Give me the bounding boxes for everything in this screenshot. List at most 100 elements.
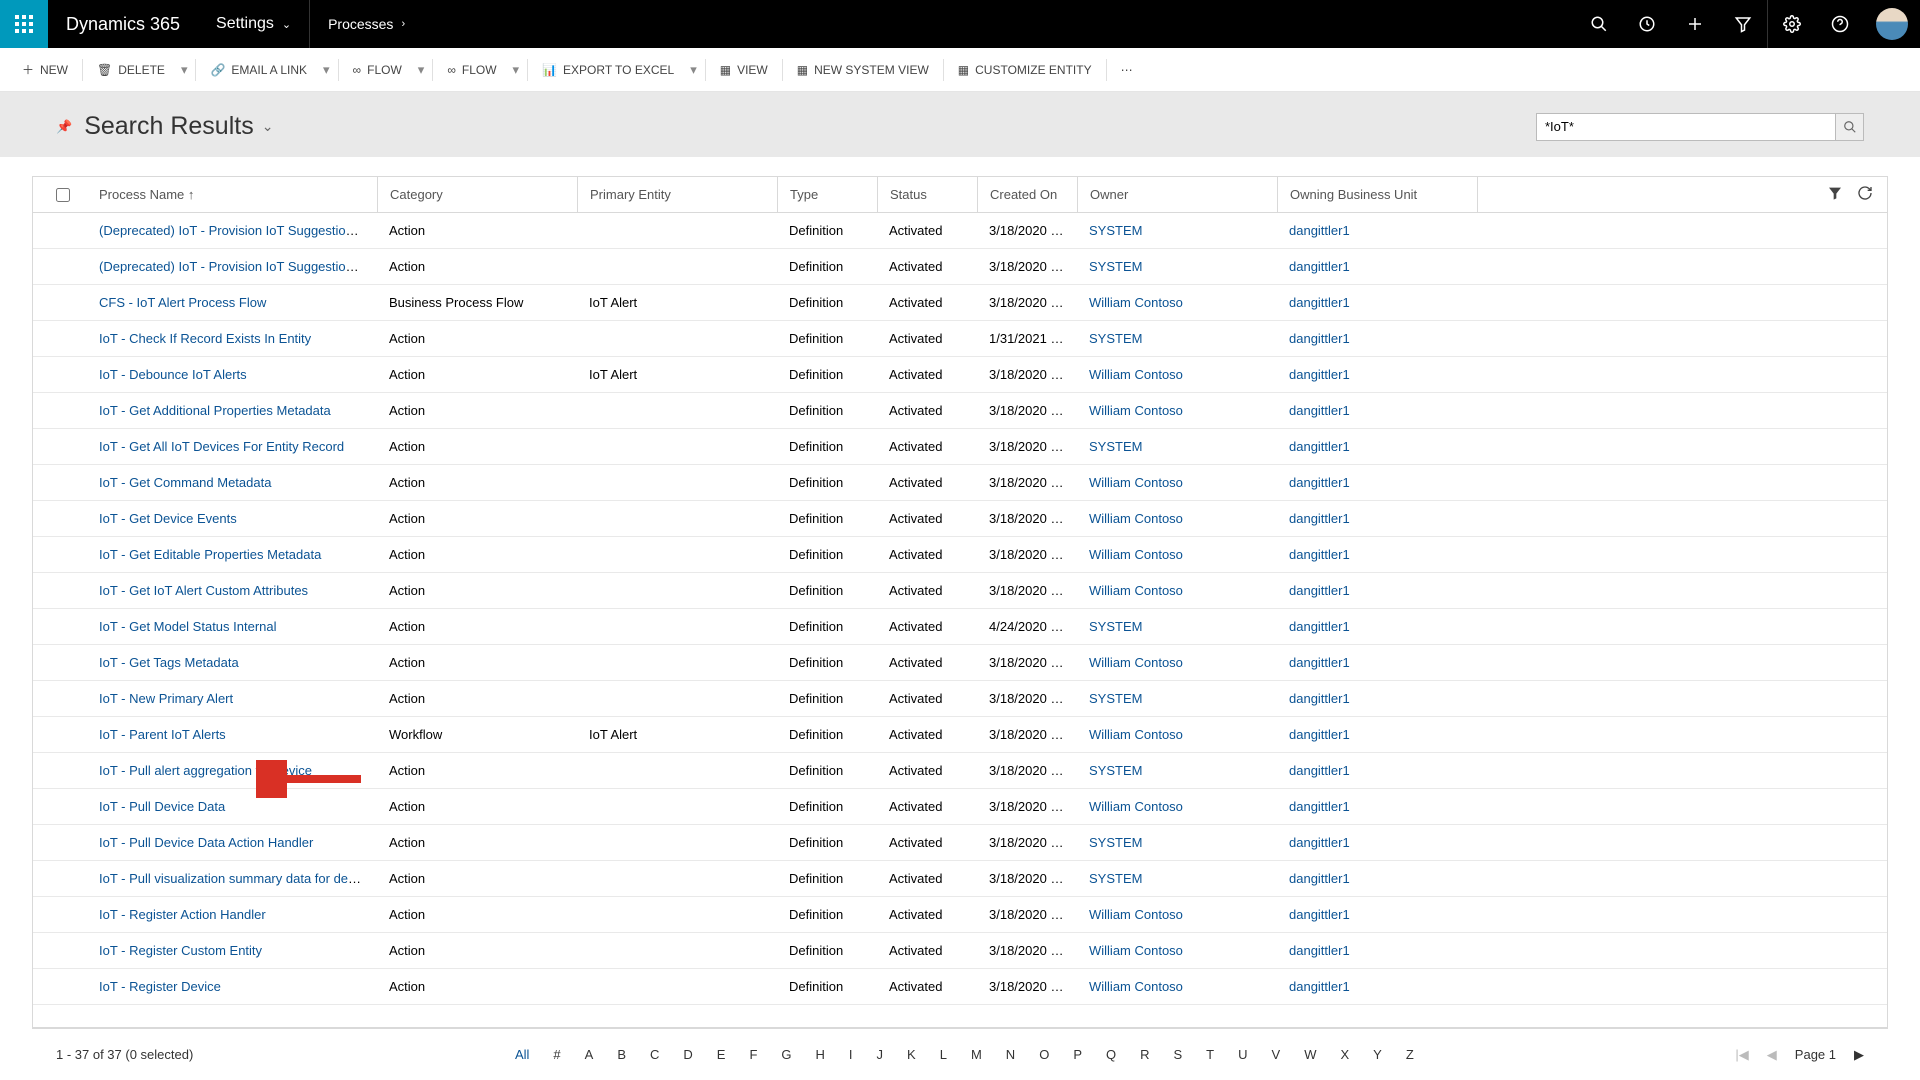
process-name-link[interactable]: IoT - Pull Device Data Action Handler — [99, 835, 313, 850]
process-name-link[interactable]: IoT - Get IoT Alert Custom Attributes — [99, 583, 308, 598]
bu-link[interactable]: dangittler1 — [1289, 655, 1350, 670]
owner-link[interactable]: William Contoso — [1089, 403, 1183, 418]
filter-icon[interactable] — [1719, 0, 1767, 48]
help-icon[interactable] — [1816, 0, 1864, 48]
view-selector[interactable]: Search Results ⌄ — [84, 112, 273, 141]
table-row[interactable]: CFS - IoT Alert Process FlowBusiness Pro… — [33, 285, 1887, 321]
process-name-link[interactable]: IoT - Get Editable Properties Metadata — [99, 547, 321, 562]
table-row[interactable]: IoT - Debounce IoT AlertsActionIoT Alert… — [33, 357, 1887, 393]
prev-page-icon[interactable]: ◀ — [1767, 1047, 1777, 1063]
owner-link[interactable]: SYSTEM — [1089, 871, 1142, 886]
owner-link[interactable]: SYSTEM — [1089, 439, 1142, 454]
col-primary-entity[interactable]: Primary Entity — [577, 177, 777, 212]
process-name-link[interactable]: CFS - IoT Alert Process Flow — [99, 295, 266, 310]
table-row[interactable]: IoT - Pull Device DataActionDefinitionAc… — [33, 789, 1887, 825]
bu-link[interactable]: dangittler1 — [1289, 619, 1350, 634]
table-row[interactable]: IoT - Register Custom EntityActionDefini… — [33, 933, 1887, 969]
filter-grid-icon[interactable] — [1827, 185, 1843, 204]
owner-link[interactable]: William Contoso — [1089, 511, 1183, 526]
alpha-e[interactable]: E — [717, 1047, 726, 1062]
bu-link[interactable]: dangittler1 — [1289, 799, 1350, 814]
process-name-link[interactable]: IoT - Get Additional Properties Metadata — [99, 403, 331, 418]
table-row[interactable]: (Deprecated) IoT - Provision IoT Suggest… — [33, 213, 1887, 249]
select-all-checkbox[interactable] — [56, 188, 70, 202]
alpha-c[interactable]: C — [650, 1047, 659, 1062]
process-name-link[interactable]: IoT - Pull visualization summary data fo… — [99, 871, 371, 886]
flow2-dropdown[interactable]: ▾ — [509, 56, 524, 84]
owner-link[interactable]: SYSTEM — [1089, 835, 1142, 850]
col-status[interactable]: Status — [877, 177, 977, 212]
export-excel-button[interactable]: 📊EXPORT TO EXCEL — [532, 57, 684, 83]
email-link-dropdown[interactable]: ▾ — [319, 56, 334, 84]
alpha-d[interactable]: D — [683, 1047, 692, 1062]
app-launcher[interactable] — [0, 0, 48, 48]
alpha-u[interactable]: U — [1238, 1047, 1247, 1062]
col-owner[interactable]: Owner — [1077, 177, 1277, 212]
flow-button-2[interactable]: ∞FLOW — [437, 57, 506, 83]
first-page-icon[interactable]: |◀ — [1735, 1047, 1748, 1063]
alpha-g[interactable]: G — [781, 1047, 791, 1062]
owner-link[interactable]: William Contoso — [1089, 943, 1183, 958]
owner-link[interactable]: William Contoso — [1089, 475, 1183, 490]
process-name-link[interactable]: IoT - Get Model Status Internal — [99, 619, 277, 634]
table-row[interactable]: IoT - Check If Record Exists In EntityAc… — [33, 321, 1887, 357]
owner-link[interactable]: William Contoso — [1089, 727, 1183, 742]
alpha-b[interactable]: B — [617, 1047, 626, 1062]
col-created-on[interactable]: Created On — [977, 177, 1077, 212]
alpha-w[interactable]: W — [1304, 1047, 1316, 1062]
process-name-link[interactable]: (Deprecated) IoT - Provision IoT Suggest… — [99, 259, 377, 274]
new-system-view-button[interactable]: ▦NEW SYSTEM VIEW — [787, 57, 939, 83]
flow-button-1[interactable]: ∞FLOW — [343, 57, 412, 83]
alpha-n[interactable]: N — [1006, 1047, 1015, 1062]
owner-link[interactable]: William Contoso — [1089, 979, 1183, 994]
bu-link[interactable]: dangittler1 — [1289, 475, 1350, 490]
customize-entity-button[interactable]: ▦CUSTOMIZE ENTITY — [948, 57, 1102, 83]
table-row[interactable]: IoT - Get Device EventsActionDefinitionA… — [33, 501, 1887, 537]
alpha-t[interactable]: T — [1206, 1047, 1214, 1062]
process-name-link[interactable]: IoT - Register Action Handler — [99, 907, 266, 922]
alpha-q[interactable]: Q — [1106, 1047, 1116, 1062]
table-row[interactable]: IoT - Get Command MetadataActionDefiniti… — [33, 465, 1887, 501]
bu-link[interactable]: dangittler1 — [1289, 727, 1350, 742]
alpha-j[interactable]: J — [877, 1047, 884, 1062]
col-type[interactable]: Type — [777, 177, 877, 212]
bu-link[interactable]: dangittler1 — [1289, 871, 1350, 886]
owner-link[interactable]: William Contoso — [1089, 799, 1183, 814]
table-row[interactable]: IoT - Pull Device Data Action HandlerAct… — [33, 825, 1887, 861]
alpha-p[interactable]: P — [1073, 1047, 1082, 1062]
bu-link[interactable]: dangittler1 — [1289, 403, 1350, 418]
nav-area[interactable]: Settings ⌄ — [198, 0, 309, 48]
owner-link[interactable]: William Contoso — [1089, 367, 1183, 382]
table-row[interactable]: IoT - Register DeviceActionDefinitionAct… — [33, 969, 1887, 1005]
owner-link[interactable]: SYSTEM — [1089, 223, 1142, 238]
view-button[interactable]: ▦VIEW — [710, 57, 778, 83]
alpha-k[interactable]: K — [907, 1047, 916, 1062]
table-row[interactable]: IoT - Pull visualization summary data fo… — [33, 861, 1887, 897]
delete-dropdown[interactable]: ▾ — [177, 56, 192, 84]
bu-link[interactable]: dangittler1 — [1289, 331, 1350, 346]
search-icon[interactable] — [1575, 0, 1623, 48]
owner-link[interactable]: SYSTEM — [1089, 763, 1142, 778]
alpha-y[interactable]: Y — [1373, 1047, 1382, 1062]
col-owning-bu[interactable]: Owning Business Unit — [1277, 177, 1477, 212]
table-row[interactable]: IoT - Get Additional Properties Metadata… — [33, 393, 1887, 429]
bu-link[interactable]: dangittler1 — [1289, 439, 1350, 454]
alpha-a[interactable]: A — [585, 1047, 594, 1062]
process-name-link[interactable]: IoT - Register Device — [99, 979, 221, 994]
alpha-v[interactable]: V — [1272, 1047, 1281, 1062]
search-button[interactable] — [1836, 113, 1864, 141]
bu-link[interactable]: dangittler1 — [1289, 943, 1350, 958]
alpha-o[interactable]: O — [1039, 1047, 1049, 1062]
bu-link[interactable]: dangittler1 — [1289, 259, 1350, 274]
delete-button[interactable]: 🗑DELETE — [87, 57, 175, 83]
table-row[interactable]: IoT - Get All IoT Devices For Entity Rec… — [33, 429, 1887, 465]
table-row[interactable]: IoT - Get IoT Alert Custom AttributesAct… — [33, 573, 1887, 609]
alpha-r[interactable]: R — [1140, 1047, 1149, 1062]
bu-link[interactable]: dangittler1 — [1289, 979, 1350, 994]
process-name-link[interactable]: IoT - Get Command Metadata — [99, 475, 271, 490]
bu-link[interactable]: dangittler1 — [1289, 907, 1350, 922]
table-row[interactable]: IoT - Get Editable Properties MetadataAc… — [33, 537, 1887, 573]
alpha-x[interactable]: X — [1340, 1047, 1349, 1062]
alpha-m[interactable]: M — [971, 1047, 982, 1062]
alpha-f[interactable]: F — [749, 1047, 757, 1062]
